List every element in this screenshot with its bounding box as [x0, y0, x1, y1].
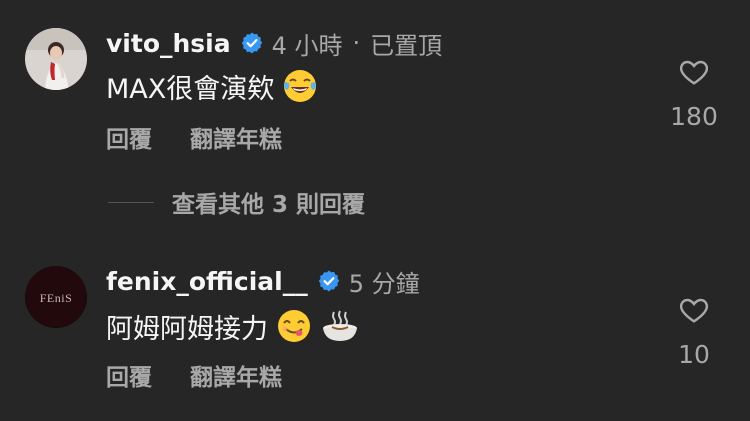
translate-button[interactable]: 翻譯年糕 [190, 120, 282, 154]
comment-time: 5 分鐘 [348, 269, 420, 298]
avatar-logo-text: FEniS [40, 291, 73, 305]
like-column: 10 [660, 294, 728, 369]
avatar[interactable] [25, 28, 87, 90]
reply-button[interactable]: 回覆 [106, 120, 152, 154]
like-column: 180 [660, 56, 728, 131]
translate-button[interactable]: 翻譯年糕 [190, 358, 282, 392]
heart-icon[interactable] [677, 294, 711, 326]
pinned-label: 已置頂 [370, 31, 443, 60]
verified-badge-icon [317, 269, 341, 293]
comment-header: fenix_official__ 5 分鐘 [106, 264, 420, 298]
like-count: 180 [670, 102, 718, 131]
divider-line [108, 201, 154, 203]
comment-text: 阿姆阿姆接力 [106, 313, 268, 345]
face-with-tears-of-joy-icon [282, 68, 318, 104]
comment-text-row: 阿姆阿姆接力 [106, 306, 360, 346]
like-count: 10 [678, 340, 710, 369]
comment-time: 4 小時 [271, 31, 343, 60]
comment-actions: 回覆 翻譯年糕 [106, 120, 282, 154]
reply-button[interactable]: 回覆 [106, 358, 152, 392]
separator: · [352, 29, 361, 57]
face-savoring-food-icon [276, 308, 312, 344]
steaming-bowl-icon [320, 308, 360, 344]
comment-text: MAX很會演欸 [106, 73, 275, 105]
username[interactable]: fenix_official__ [106, 267, 308, 296]
comment-text-row: MAX很會演欸 [106, 66, 318, 106]
view-more-replies-button[interactable]: 查看其他 3 則回覆 [108, 184, 365, 220]
view-more-replies-label: 查看其他 3 則回覆 [172, 192, 366, 218]
comment-header: vito_hsia 4 小時 · 已置頂 [106, 26, 442, 60]
avatar[interactable]: FEniS [25, 266, 87, 328]
comment-actions: 回覆 翻譯年糕 [106, 358, 282, 392]
heart-icon[interactable] [677, 56, 711, 88]
username[interactable]: vito_hsia [106, 29, 231, 58]
verified-badge-icon [240, 31, 264, 55]
